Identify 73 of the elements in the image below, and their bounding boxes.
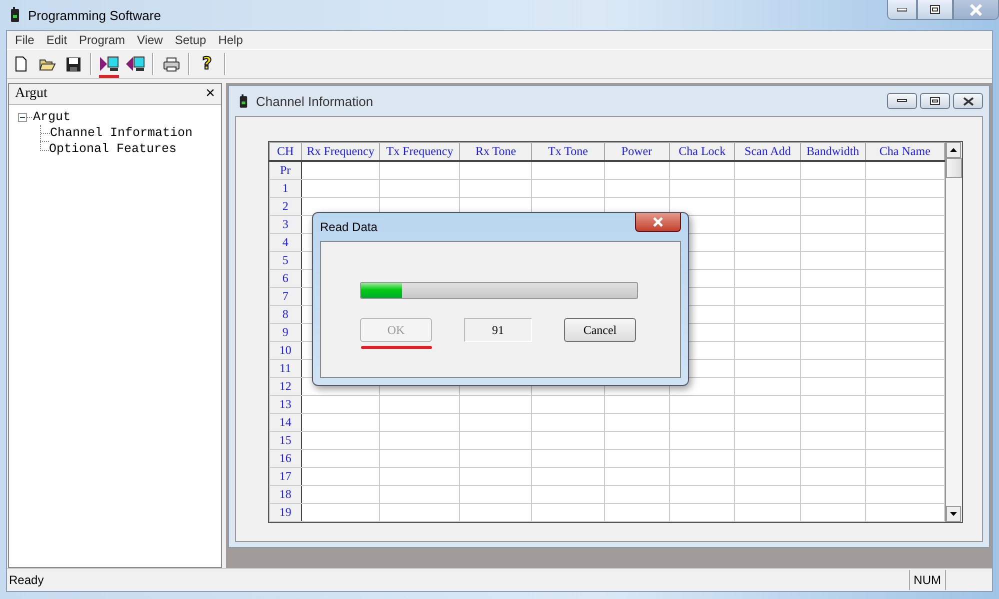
window-title: Programming Software bbox=[28, 8, 161, 22]
column-header: Tx Frequency bbox=[380, 142, 460, 161]
scroll-up-icon[interactable] bbox=[946, 142, 962, 158]
maximize-icon bbox=[930, 5, 940, 14]
arrow-monitor-icon bbox=[125, 56, 145, 72]
close-button[interactable] bbox=[953, 93, 983, 109]
row-header: 11 bbox=[270, 360, 302, 378]
row-header: 6 bbox=[270, 270, 302, 288]
count-display: 91 bbox=[464, 318, 532, 342]
menu-item[interactable]: File bbox=[9, 33, 40, 47]
row-header: 12 bbox=[270, 378, 302, 396]
radio-icon bbox=[10, 7, 20, 23]
row-header: 5 bbox=[270, 252, 302, 270]
row-header: 8 bbox=[270, 306, 302, 324]
row-header: 13 bbox=[270, 396, 302, 414]
column-header: Cha Lock bbox=[669, 142, 735, 161]
row-header: Pr bbox=[270, 161, 302, 180]
row-header: 2 bbox=[270, 198, 302, 216]
column-header: Tx Tone bbox=[532, 142, 604, 161]
row-header: 10 bbox=[270, 342, 302, 360]
minimize-button[interactable] bbox=[887, 93, 917, 109]
column-header: CH bbox=[270, 142, 302, 161]
close-icon bbox=[652, 217, 664, 227]
radio-icon bbox=[239, 94, 248, 108]
column-header: Scan Add bbox=[734, 142, 800, 161]
menu-item[interactable]: Program bbox=[73, 33, 132, 47]
row-header: 3 bbox=[270, 216, 302, 234]
window-title: Channel Information bbox=[256, 94, 374, 108]
column-header: Cha Name bbox=[865, 142, 945, 161]
menu-item[interactable]: Help bbox=[212, 33, 249, 47]
new-file-icon bbox=[15, 56, 27, 72]
row-header: 17 bbox=[270, 468, 302, 486]
cancel-button[interactable]: Cancel bbox=[564, 318, 636, 342]
status-text: Ready bbox=[8, 573, 45, 587]
arrow-monitor-icon bbox=[99, 56, 119, 72]
scroll-down-icon[interactable] bbox=[946, 506, 962, 522]
row-header: 16 bbox=[270, 450, 302, 468]
minimize-button[interactable] bbox=[887, 0, 917, 20]
maximize-button[interactable] bbox=[917, 0, 953, 20]
maximize-icon bbox=[930, 97, 940, 105]
row-header: 7 bbox=[270, 288, 302, 306]
scrollbar[interactable] bbox=[945, 142, 962, 522]
tree-item[interactable]: Argut bbox=[33, 110, 71, 124]
column-header: Rx Frequency bbox=[301, 142, 380, 161]
row-header: 9 bbox=[270, 324, 302, 342]
menu-item[interactable]: Setup bbox=[168, 33, 212, 47]
column-header: Power bbox=[604, 142, 670, 161]
close-button[interactable] bbox=[635, 213, 681, 232]
column-header: Rx Tone bbox=[460, 142, 532, 161]
row-header: 18 bbox=[270, 486, 302, 504]
row-header: 15 bbox=[270, 432, 302, 450]
collapse-icon[interactable] bbox=[18, 112, 27, 122]
close-icon bbox=[962, 96, 974, 106]
minimize-icon bbox=[897, 99, 907, 103]
scroll-thumb[interactable] bbox=[946, 158, 962, 178]
status-indicator: NUM bbox=[908, 570, 945, 590]
dialog-title: Read Data bbox=[320, 220, 378, 234]
tree-item[interactable]: Optional Features bbox=[49, 142, 177, 156]
row-header: 19 bbox=[270, 504, 302, 522]
printer-icon bbox=[162, 56, 180, 72]
maximize-button[interactable] bbox=[920, 93, 950, 109]
panel-title: Argut bbox=[15, 86, 48, 102]
column-header: Bandwidth bbox=[800, 142, 866, 161]
row-header: 1 bbox=[270, 180, 302, 198]
tree-item[interactable]: Channel Information bbox=[50, 126, 193, 140]
row-header: 4 bbox=[270, 234, 302, 252]
close-button[interactable]: × bbox=[204, 86, 217, 102]
minimize-icon bbox=[897, 8, 907, 12]
menu-item[interactable]: View bbox=[131, 33, 169, 47]
folder-icon bbox=[38, 57, 56, 71]
menu-item[interactable]: Edit bbox=[40, 33, 74, 47]
close-icon bbox=[969, 4, 983, 16]
row-header: 14 bbox=[270, 414, 302, 432]
